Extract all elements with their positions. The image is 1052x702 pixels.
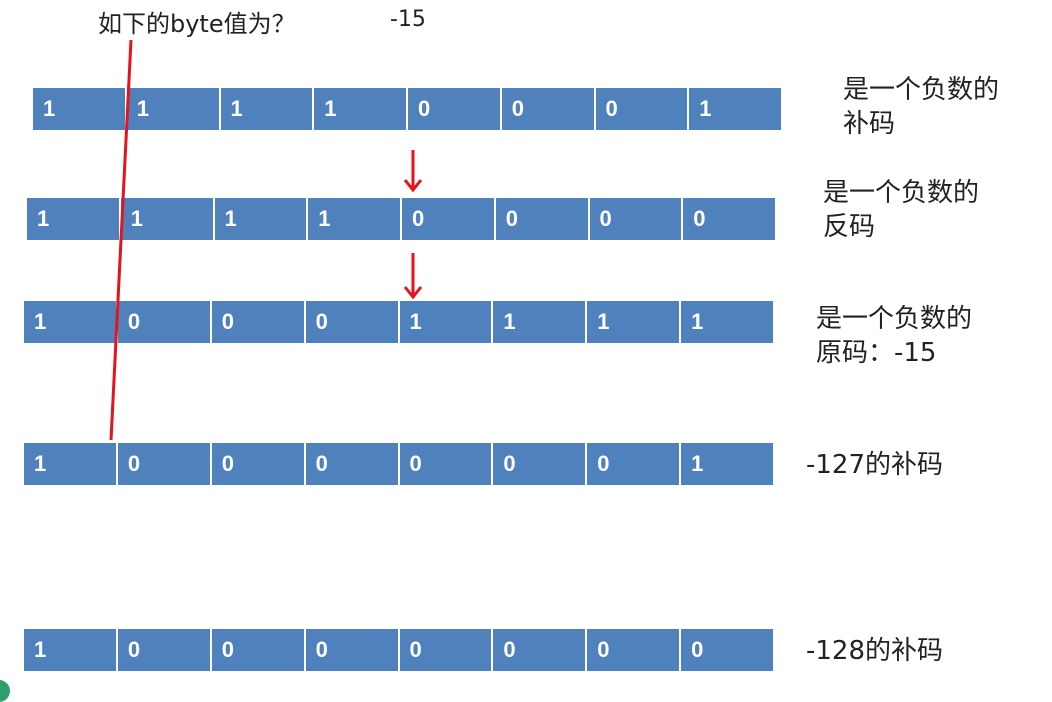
bit-cell: 0	[212, 301, 306, 343]
bit-cell: 1	[24, 629, 118, 671]
bit-cell: 0	[118, 443, 212, 485]
bit-cell: 0	[306, 301, 400, 343]
bit-cell: 0	[212, 629, 306, 671]
row-2-label-line1: 是一个负数的	[823, 178, 980, 208]
row-2-label: 是一个负数的 反码	[823, 176, 979, 244]
bit-row-1: 1 1 1 1 0 0 0 1	[33, 88, 781, 130]
row-1-label: 是一个负数的 补码	[843, 73, 999, 141]
corner-decoration	[0, 680, 10, 702]
bit-cell: 0	[590, 198, 684, 240]
bit-cell: 0	[118, 301, 212, 343]
bit-cell: 0	[402, 198, 496, 240]
row-3-label: 是一个负数的 原码：-15	[816, 302, 972, 370]
bit-cell: 0	[118, 629, 212, 671]
question-text: 如下的byte值为？	[98, 10, 296, 38]
row-4-label-line1: -127的补码	[806, 450, 944, 480]
bit-cell: 1	[400, 301, 494, 343]
bit-cell: 0	[691, 637, 704, 662]
bit-cell: 0	[596, 88, 690, 130]
bit-cell: 1	[27, 198, 121, 240]
bit-cell: 0	[400, 629, 494, 671]
down-arrow-icon	[403, 253, 423, 300]
bit-cell: 1	[221, 88, 315, 130]
bit-cell: 1	[33, 88, 127, 130]
row-1-label-line2: 补码	[843, 109, 896, 139]
row-3-label-line2: 原码：-15	[816, 338, 937, 368]
bit-row-5: 1 0 0 0 0 0 0 0	[24, 629, 773, 671]
bit-cell: 0	[493, 629, 588, 671]
answer-text: -15	[390, 7, 426, 32]
bit-cell: 0	[693, 206, 706, 231]
row-3-label-line1: 是一个负数的	[816, 304, 973, 334]
bit-cell: 1	[24, 443, 118, 485]
bit-cell: 0	[502, 88, 596, 130]
bit-cell: 1	[699, 96, 712, 121]
bit-cell: 1	[587, 301, 682, 343]
bit-row-2: 1 1 1 1 0 0 0 0	[27, 198, 775, 240]
row-2-label-line2: 反码	[823, 212, 876, 242]
bit-cell: 0	[493, 443, 588, 485]
bit-cell: 1	[127, 88, 221, 130]
bit-cell: 0	[587, 629, 682, 671]
bit-cell: 0	[400, 443, 494, 485]
row-1-label-line1: 是一个负数的	[843, 75, 1000, 105]
down-arrow-icon	[403, 150, 423, 193]
bit-cell: 1	[314, 88, 408, 130]
row-5-label-line1: -128的补码	[806, 636, 944, 666]
bit-cell: 1	[493, 301, 588, 343]
bit-cell: 0	[306, 629, 400, 671]
bit-cell: 0	[496, 198, 590, 240]
bit-cell: 0	[212, 443, 306, 485]
row-4-label: -127的补码	[806, 448, 943, 482]
bit-row-3: 1 0 0 0 1 1 1 1	[24, 301, 773, 343]
bit-cell: 0	[587, 443, 682, 485]
row-5-label: -128的补码	[806, 634, 943, 668]
bit-cell: 1	[691, 309, 704, 334]
bit-cell: 1	[691, 451, 704, 476]
bit-cell: 0	[408, 88, 502, 130]
bit-cell: 1	[121, 198, 215, 240]
bit-row-4: 1 0 0 0 0 0 0 1	[24, 443, 773, 485]
bit-cell: 1	[215, 198, 309, 240]
bit-cell: 1	[308, 198, 402, 240]
bit-cell: 0	[306, 443, 400, 485]
bit-cell: 1	[24, 301, 118, 343]
